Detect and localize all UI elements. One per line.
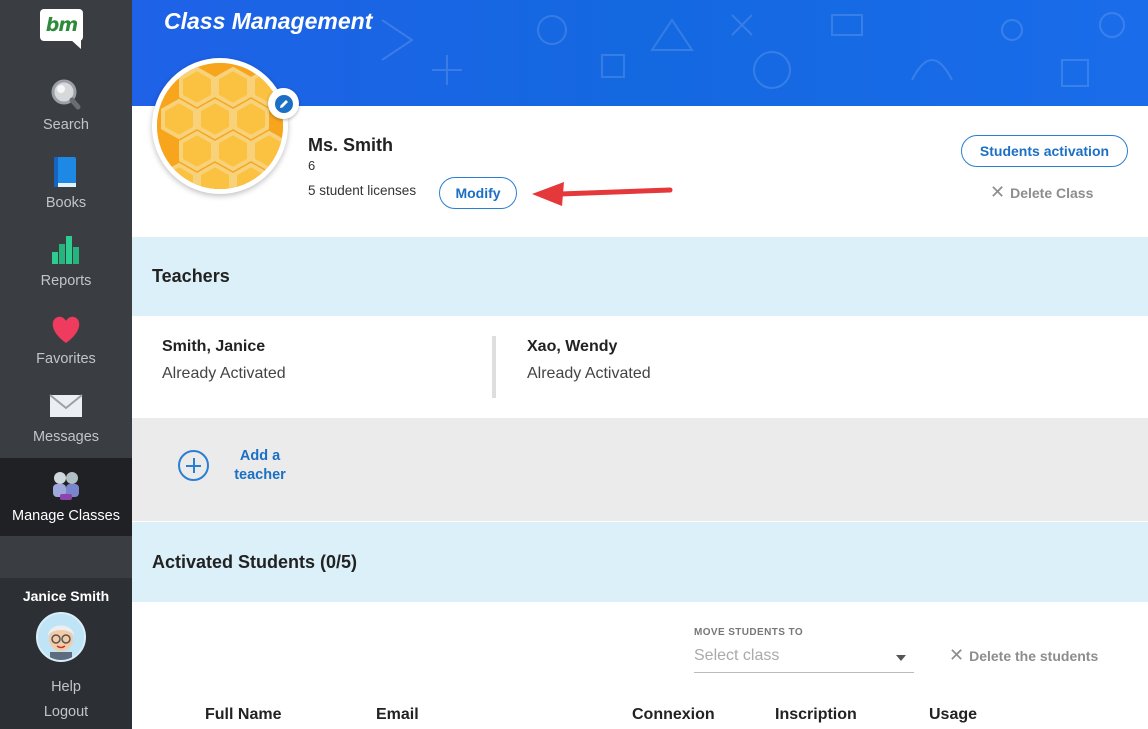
plus-circle-icon[interactable] bbox=[178, 450, 209, 481]
teachers-title: Teachers bbox=[152, 266, 230, 286]
avatar[interactable] bbox=[36, 612, 86, 662]
column-header-full-name[interactable]: Full Name bbox=[205, 706, 281, 724]
envelope-icon bbox=[49, 394, 83, 417]
sidebar: bm Search Books Reports Favorites Messag… bbox=[0, 0, 132, 729]
logo-text: bm bbox=[45, 14, 78, 36]
sidebar-item-label: Search bbox=[43, 117, 89, 133]
teacher-status: Already Activated bbox=[527, 365, 651, 382]
caret-down-icon bbox=[896, 655, 906, 661]
sidebar-item-label: Books bbox=[45, 195, 87, 211]
teacher-name: Xao, Wendy bbox=[527, 338, 618, 355]
close-icon: ✕ bbox=[990, 182, 1006, 202]
manage-classes-icon bbox=[53, 472, 79, 500]
delete-class-button[interactable]: ✕ Delete Class bbox=[990, 182, 1093, 203]
sidebar-item-books[interactable]: Books bbox=[0, 155, 132, 233]
app-logo[interactable]: bm bbox=[40, 9, 83, 49]
sidebar-item-label: Messages bbox=[32, 429, 100, 445]
sidebar-item-manage-classes[interactable]: Manage Classes bbox=[0, 458, 132, 536]
students-section-header: Activated Students (0/5) bbox=[132, 522, 1148, 602]
class-name: Ms. Smith bbox=[308, 135, 394, 155]
honeycomb-image bbox=[157, 63, 283, 189]
select-class-placeholder: Select class bbox=[694, 647, 780, 664]
sidebar-item-label: Reports bbox=[40, 273, 92, 289]
search-icon bbox=[51, 79, 81, 110]
class-grade: 6 bbox=[308, 158, 316, 173]
pencil-icon bbox=[274, 94, 293, 113]
heart-icon bbox=[52, 316, 80, 343]
students-title: Activated Students (0/5) bbox=[152, 552, 358, 572]
teacher-name: Smith, Janice bbox=[162, 338, 266, 355]
modify-button[interactable]: Modify bbox=[439, 177, 517, 209]
student-licenses: 5 student licenses bbox=[308, 183, 417, 198]
teacher-card: Xao, Wendy Already Activated bbox=[527, 338, 651, 383]
teachers-section-header: Teachers bbox=[132, 237, 1148, 316]
user-panel: Janice Smith Help Logout bbox=[0, 578, 132, 729]
delete-students-label: Delete the students bbox=[969, 647, 1099, 664]
divider bbox=[492, 336, 496, 398]
book-icon bbox=[54, 157, 76, 187]
user-name: Janice Smith bbox=[22, 588, 110, 604]
logout-link[interactable]: Logout bbox=[0, 704, 132, 720]
delete-students-button[interactable]: ✕ Delete the students bbox=[949, 645, 1098, 666]
bar-chart-icon bbox=[52, 236, 79, 264]
teacher-status: Already Activated bbox=[162, 365, 286, 382]
column-header-email[interactable]: Email bbox=[376, 706, 419, 724]
students-activation-button[interactable]: Students activation bbox=[961, 135, 1128, 167]
avatar-image bbox=[48, 625, 74, 660]
class-image bbox=[152, 58, 288, 194]
add-teacher-label-line2: teacher bbox=[234, 467, 286, 483]
sidebar-item-messages[interactable]: Messages bbox=[0, 389, 132, 467]
annotation-arrow-icon bbox=[532, 182, 673, 206]
page-title: Class Management bbox=[164, 8, 373, 34]
add-teacher-label-line1: Add a bbox=[239, 448, 281, 464]
sidebar-item-search[interactable]: Search bbox=[0, 77, 132, 155]
teacher-card: Smith, Janice Already Activated bbox=[162, 338, 286, 383]
column-header-usage[interactable]: Usage bbox=[929, 706, 977, 724]
sidebar-item-label: Favorites bbox=[36, 351, 96, 367]
column-header-connexion[interactable]: Connexion bbox=[632, 706, 715, 724]
sidebar-item-reports[interactable]: Reports bbox=[0, 233, 132, 311]
sidebar-item-favorites[interactable]: Favorites bbox=[0, 311, 132, 389]
select-class-dropdown[interactable]: Select class bbox=[694, 645, 914, 673]
delete-class-label: Delete Class bbox=[1010, 184, 1094, 201]
move-students-label: MOVE STUDENTS TO bbox=[694, 627, 804, 638]
help-link[interactable]: Help bbox=[0, 679, 132, 695]
sidebar-item-label: Manage Classes bbox=[12, 508, 120, 524]
add-teacher-button[interactable]: Add a teacher bbox=[225, 447, 295, 485]
close-icon: ✕ bbox=[949, 645, 965, 665]
edit-image-button[interactable] bbox=[268, 88, 299, 119]
column-header-inscription[interactable]: Inscription bbox=[775, 706, 857, 724]
